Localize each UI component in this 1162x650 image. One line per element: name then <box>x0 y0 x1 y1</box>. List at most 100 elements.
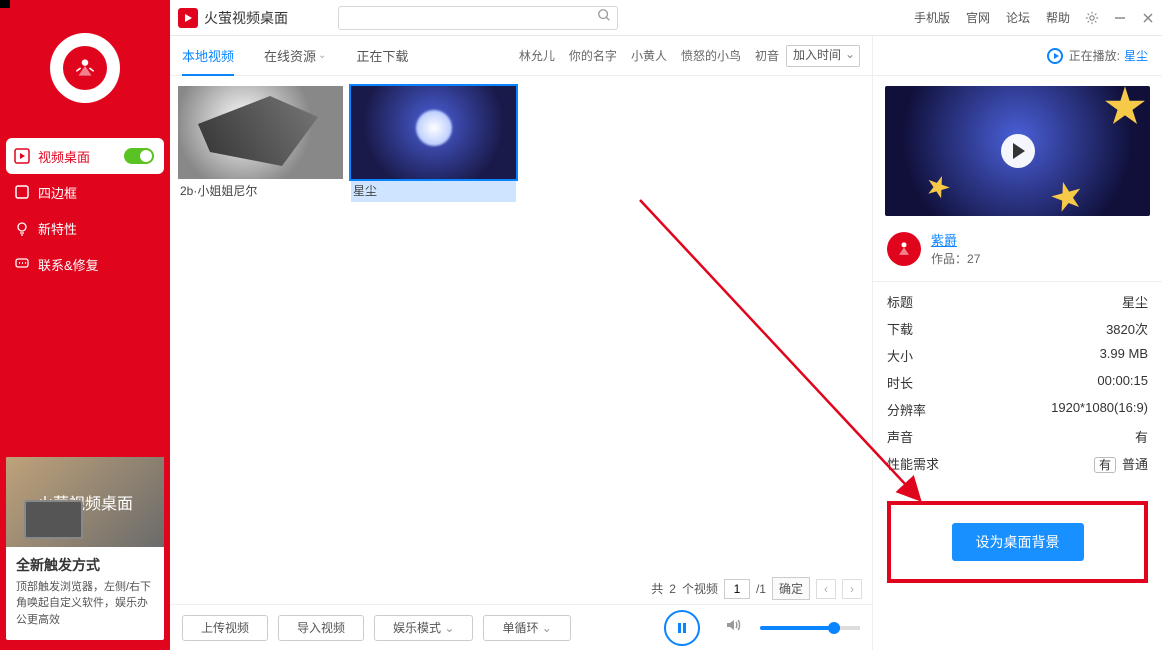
link-mobile[interactable]: 手机版 <box>914 9 950 26</box>
pager-mid: 个视频 <box>682 580 718 597</box>
tag-link[interactable]: 小黄人 <box>631 47 667 64</box>
info-key: 下载 <box>887 319 913 338</box>
info-value: 3820次 <box>1106 319 1148 338</box>
thumbnail-image <box>178 86 343 179</box>
tab-downloading[interactable]: 正在下载 <box>356 36 408 76</box>
info-key: 大小 <box>887 346 913 365</box>
search-icon[interactable] <box>597 8 611 27</box>
now-playing-icon <box>1047 48 1063 64</box>
sort-value: 加入时间 <box>793 48 841 62</box>
chevron-down-icon: ⌄ <box>318 50 326 61</box>
info-value: 有普通 <box>1094 454 1148 473</box>
center-tabs: 本地视频 在线资源⌄ 正在下载 林允儿 你的名字 小黄人 愤怒的小鸟 初音 加入… <box>170 36 872 76</box>
pager-next-button[interactable]: › <box>842 579 862 599</box>
preview-play-button[interactable] <box>1001 134 1035 168</box>
thumbnail-image <box>351 86 516 179</box>
sidebar-promo-title: 全新触发方式 <box>16 555 154 575</box>
upload-video-button[interactable]: 上传视频 <box>182 615 268 641</box>
play-pause-button[interactable] <box>664 610 700 646</box>
sidebar-item-label: 四边框 <box>38 183 77 202</box>
play-icon <box>183 13 193 23</box>
tab-label: 在线资源 <box>264 46 316 65</box>
import-video-button[interactable]: 导入视频 <box>278 615 364 641</box>
info-row: 时长00:00:15 <box>887 369 1148 396</box>
tag-link[interactable]: 你的名字 <box>569 47 617 64</box>
settings-button[interactable] <box>1078 4 1106 32</box>
sidebar-promo-banner: 火萤视频桌面 <box>37 490 133 514</box>
info-key: 时长 <box>887 373 913 392</box>
minimize-button[interactable] <box>1106 4 1134 32</box>
thumbnail-item[interactable]: 星尘 <box>351 86 516 202</box>
info-row-performance: 性能需求 有普通 <box>887 450 1148 477</box>
sort-dropdown[interactable]: 加入时间 <box>786 45 860 67</box>
thumbnail-grid: 2b·小姐姐尼尔 星尘 <box>170 76 872 604</box>
sidebar-promo-image: 火萤视频桌面 <box>6 457 164 547</box>
close-button[interactable] <box>1134 4 1162 32</box>
info-value: 3.99 MB <box>1100 346 1148 365</box>
sidebar-item-label: 联系&修复 <box>38 255 99 274</box>
info-value: 1920*1080(16:9) <box>1051 400 1148 419</box>
app-logo-large <box>50 33 120 103</box>
info-key: 分辨率 <box>887 400 926 419</box>
star-icon <box>1104 86 1146 128</box>
search-box[interactable] <box>338 6 618 30</box>
loop-dropdown[interactable]: 单循环 <box>483 615 570 641</box>
set-as-wallpaper-button[interactable]: 设为桌面背景 <box>952 523 1084 561</box>
author-works-label: 作品： <box>931 252 967 266</box>
info-value: 星尘 <box>1122 292 1148 311</box>
volume-icon[interactable] <box>724 616 742 639</box>
info-row: 分辨率 1920*1080(16:9) <box>887 396 1148 423</box>
link-forum[interactable]: 论坛 <box>1006 9 1030 26</box>
info-key: 性能需求 <box>887 454 939 473</box>
bulb-icon <box>14 220 32 236</box>
firefly-icon <box>894 239 914 259</box>
star-icon <box>1048 178 1086 216</box>
sidebar-item-video-desktop[interactable]: 视频桌面 <box>6 138 164 174</box>
firefly-icon <box>72 55 98 81</box>
sidebar-item-contact-repair[interactable]: 联系&修复 <box>0 246 170 282</box>
tag-link[interactable]: 初音 <box>755 47 779 64</box>
main: 本地视频 在线资源⌄ 正在下载 林允儿 你的名字 小黄人 愤怒的小鸟 初音 加入… <box>170 36 1162 650</box>
pager-confirm-button[interactable]: 确定 <box>772 577 810 600</box>
cta-highlight-box: 设为桌面背景 <box>887 501 1148 583</box>
author-works-count: 27 <box>967 252 980 266</box>
sidebar-promo-body: 全新触发方式 顶部触发浏览器，左侧/右下角唤起自定义软件，娱乐办公更高效 <box>6 547 164 641</box>
tab-label: 正在下载 <box>356 46 408 65</box>
app-logo-small <box>178 8 198 28</box>
volume-slider[interactable] <box>760 626 860 630</box>
pager-prev-button[interactable]: ‹ <box>816 579 836 599</box>
star-icon <box>923 172 953 202</box>
info-key: 声音 <box>887 427 913 446</box>
info-row: 声音 有 <box>887 423 1148 450</box>
info-value: 有 <box>1135 427 1148 446</box>
info-table: 标题星尘 下载 3820次 大小 3.99 MB 时长00:00:15 分辨率 192… <box>873 281 1162 483</box>
search-input[interactable] <box>347 11 597 25</box>
tab-label: 本地视频 <box>182 46 234 65</box>
mode-dropdown[interactable]: 娱乐模式 <box>374 615 473 641</box>
tab-online-resources[interactable]: 在线资源⌄ <box>264 36 326 76</box>
sidebar-item-border[interactable]: 四边框 <box>0 174 170 210</box>
author-avatar[interactable] <box>887 232 921 266</box>
tab-local-video[interactable]: 本地视频 <box>182 36 234 76</box>
close-icon <box>1142 12 1154 24</box>
tag-link[interactable]: 林允儿 <box>519 47 555 64</box>
tag-link[interactable]: 愤怒的小鸟 <box>681 47 741 64</box>
perf-pill: 有 <box>1094 457 1116 473</box>
info-row: 标题星尘 <box>887 288 1148 315</box>
sidebar-promo-desc: 顶部触发浏览器，左侧/右下角唤起自定义软件，娱乐办公更高效 <box>16 579 154 629</box>
square-icon <box>14 184 32 200</box>
sidebar-item-new-features[interactable]: 新特性 <box>0 210 170 246</box>
thumbnail-item[interactable]: 2b·小姐姐尼尔 <box>178 86 343 202</box>
toggle-switch[interactable] <box>124 148 154 164</box>
bottom-bar: 上传视频 导入视频 娱乐模式 单循环 <box>170 604 872 650</box>
link-help[interactable]: 帮助 <box>1046 9 1070 26</box>
preview-video[interactable] <box>885 86 1150 216</box>
author-name-link[interactable]: 紫爵 <box>931 233 957 248</box>
thumbnail-label: 星尘 <box>351 179 516 202</box>
now-playing-title[interactable]: 星尘 <box>1124 47 1148 64</box>
link-official[interactable]: 官网 <box>966 9 990 26</box>
pager-page-input[interactable] <box>724 579 750 599</box>
sidebar-promo-card[interactable]: 火萤视频桌面 全新触发方式 顶部触发浏览器，左侧/右下角唤起自定义软件，娱乐办公… <box>6 457 164 641</box>
thumbnail-label: 2b·小姐姐尼尔 <box>178 179 343 202</box>
center-pane: 本地视频 在线资源⌄ 正在下载 林允儿 你的名字 小黄人 愤怒的小鸟 初音 加入… <box>170 36 872 650</box>
